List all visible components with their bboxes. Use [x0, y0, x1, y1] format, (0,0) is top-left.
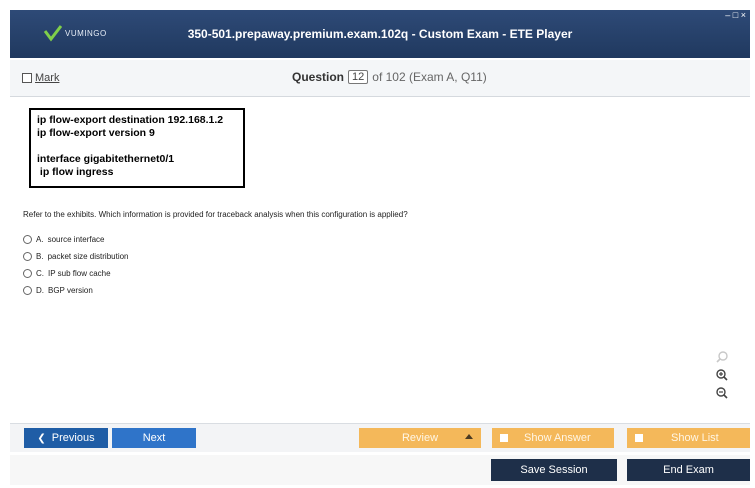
title-bar: VUMINGO 350-501.prepaway.premium.exam.10…: [10, 10, 750, 58]
end-exam-button[interactable]: End Exam: [627, 459, 750, 481]
exhibit-line: [37, 140, 237, 153]
checkbox-icon: [635, 434, 643, 442]
window-controls[interactable]: – □ ×: [725, 10, 746, 20]
show-answer-button[interactable]: Show Answer: [492, 428, 614, 448]
option-text: BGP version: [48, 286, 93, 295]
option-c[interactable]: C. IP sub flow cache: [23, 265, 129, 282]
zoom-in-icon[interactable]: [715, 368, 729, 382]
zoom-out-icon[interactable]: [715, 386, 729, 400]
exhibit-line: ip flow-export destination 192.168.1.2: [37, 114, 224, 126]
previous-label: Previous: [51, 432, 95, 444]
question-count: of 102 (Exam A, Q11): [372, 70, 487, 84]
answer-options: A. source interface B. packet size distr…: [23, 231, 129, 299]
chevron-up-icon: [465, 434, 473, 439]
option-letter: A.: [36, 235, 44, 244]
option-a[interactable]: A. source interface: [23, 231, 129, 248]
bottom-bar: Save Session End Exam: [10, 455, 750, 485]
window-title: 350-501.prepaway.premium.exam.102q - Cus…: [187, 27, 573, 41]
chevron-left-icon: ❮: [37, 432, 46, 444]
navigation-bar: ❮ Previous Next Review Show Answer Show …: [10, 423, 750, 452]
next-button[interactable]: Next: [112, 428, 196, 448]
radio-icon[interactable]: [23, 235, 32, 244]
question-text: Refer to the exhibits. Which information…: [23, 210, 408, 219]
question-label: Question: [292, 70, 345, 84]
checkbox-icon[interactable]: [22, 73, 32, 83]
exhibit-line: interface gigabitethernet0/1: [37, 153, 175, 165]
zoom-controls: [713, 350, 731, 400]
option-letter: C.: [36, 269, 44, 278]
show-answer-label: Show Answer: [524, 432, 591, 444]
option-text: source interface: [47, 235, 105, 244]
question-info: Question 12 of 102 (Exam A, Q11): [292, 70, 487, 84]
question-bar: Mark Question 12 of 102 (Exam A, Q11): [10, 60, 750, 97]
radio-icon[interactable]: [23, 269, 32, 278]
show-list-label: Show List: [671, 432, 719, 444]
option-letter: D.: [36, 286, 44, 295]
checkbox-icon: [500, 434, 508, 442]
option-text: packet size distribution: [47, 252, 129, 261]
review-button[interactable]: Review: [359, 428, 481, 448]
option-text: IP sub flow cache: [48, 269, 111, 278]
radio-icon[interactable]: [23, 286, 32, 295]
exhibit-line: ip flow-export version 9: [37, 127, 155, 139]
show-list-button[interactable]: Show List: [627, 428, 750, 448]
option-letter: B.: [36, 252, 44, 261]
radio-icon[interactable]: [23, 252, 32, 261]
option-b[interactable]: B. packet size distribution: [23, 248, 129, 265]
mark-checkbox[interactable]: Mark: [22, 72, 59, 84]
previous-button[interactable]: ❮ Previous: [24, 428, 108, 448]
search-icon[interactable]: [715, 350, 729, 364]
exhibit-box: ip flow-export destination 192.168.1.2 i…: [29, 108, 245, 188]
mark-label[interactable]: Mark: [35, 72, 59, 84]
exhibit-line: ip flow ingress: [37, 166, 114, 178]
option-d[interactable]: D. BGP version: [23, 282, 129, 299]
question-number-input[interactable]: 12: [348, 70, 369, 84]
review-label: Review: [401, 432, 439, 444]
save-session-button[interactable]: Save Session: [491, 459, 617, 481]
